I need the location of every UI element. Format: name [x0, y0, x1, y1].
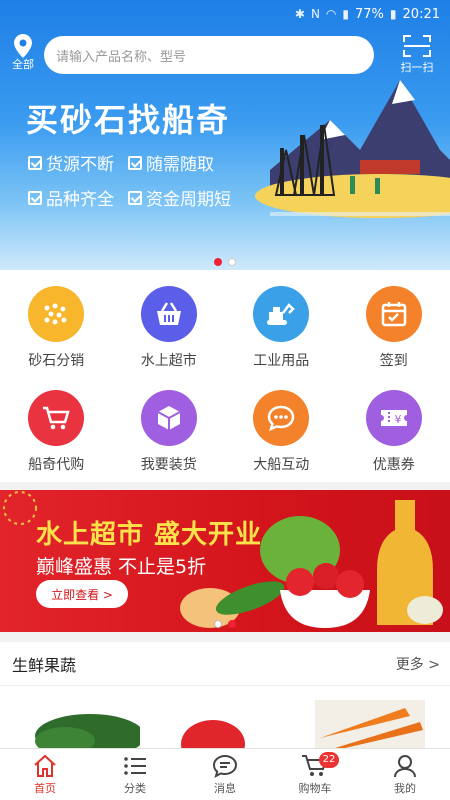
- sand-dots-icon: [28, 286, 85, 342]
- nav-home[interactable]: 首页: [0, 749, 90, 800]
- battery-icon: ▮: [389, 7, 397, 21]
- nav-label: 消息: [214, 781, 236, 795]
- cart-count-badge: 22: [319, 752, 339, 768]
- promo-banner[interactable]: 水上超市 盛大开业 巅峰盛惠 不止是5折 立即查看 >: [0, 490, 450, 632]
- grid-label: 我要装货: [140, 457, 197, 473]
- nav-label: 我的: [394, 781, 416, 795]
- carousel-dot-active: [228, 620, 236, 628]
- status-bar: ✱ N ◠ ▮ 77% ▮ 20:21: [0, 0, 450, 28]
- cart-icon: [28, 390, 85, 446]
- grid-item-purchase[interactable]: 船奇代购: [0, 380, 113, 484]
- more-link[interactable]: 更多 >: [396, 654, 440, 674]
- chat-icon: [253, 390, 310, 446]
- grid-item-market[interactable]: 水上超市: [113, 276, 226, 380]
- message-icon: [212, 754, 238, 778]
- bottom-navigation: 首页 分类 消息 购物车 22 我的: [0, 748, 450, 800]
- box-icon: [140, 390, 197, 446]
- section-title: 生鲜果蔬: [12, 655, 77, 675]
- excavator-icon: [253, 286, 310, 342]
- scan-label: 扫一扫: [400, 61, 434, 74]
- feature-grid: 砂石分销 水上超市 工业用品 签到 船奇代购 我要装货 大船互动 ¥ 优惠券: [0, 270, 450, 482]
- svg-text:¥: ¥: [394, 413, 401, 426]
- spinach-image[interactable]: [20, 686, 140, 748]
- wifi-icon: ◠: [325, 7, 337, 21]
- search-input[interactable]: 请输入产品名称、型号: [44, 36, 374, 74]
- hero-title: 买砂石找船奇: [26, 101, 231, 139]
- scan-button[interactable]: 扫一扫: [394, 34, 440, 75]
- nav-profile[interactable]: 我的: [360, 749, 450, 800]
- bluetooth-icon: ✱: [294, 7, 305, 21]
- nav-category[interactable]: 分类: [90, 749, 180, 800]
- grid-label: 水上超市: [140, 353, 197, 369]
- carousel-dot: [214, 620, 222, 628]
- nav-cart[interactable]: 购物车 22: [270, 749, 360, 800]
- checkbox-icon: [28, 155, 42, 170]
- fresh-produce-section: 生鲜果蔬 更多 >: [0, 642, 450, 748]
- grid-item-sand[interactable]: 砂石分销: [0, 276, 113, 380]
- hero-banner[interactable]: 全部 请输入产品名称、型号 扫一扫 买砂石找船奇 货源不断 随需随取 品种齐全 …: [0, 0, 450, 270]
- list-icon: [124, 756, 146, 775]
- view-now-button[interactable]: 立即查看 >: [36, 580, 128, 608]
- scan-icon: [403, 35, 431, 57]
- carousel-dot: [228, 258, 236, 266]
- carousel-indicator: [0, 620, 450, 628]
- promo-subtitle: 巅峰盛惠 不止是5折: [36, 556, 207, 578]
- product-thumbnails: [0, 686, 450, 748]
- grid-label: 工业用品: [253, 353, 310, 369]
- grid-label: 优惠券: [372, 457, 415, 473]
- nav-label: 首页: [34, 781, 56, 795]
- signal-icon: ▮: [342, 7, 350, 21]
- nav-label: 分类: [124, 781, 146, 795]
- hero-feature-list: 货源不断 随需随取 品种齐全 资金周期短: [28, 150, 231, 210]
- grid-item-interact[interactable]: 大船互动: [225, 380, 338, 484]
- grid-item-checkin[interactable]: 签到: [338, 276, 450, 380]
- checkbox-icon: [128, 190, 142, 205]
- location-label: 全部: [12, 58, 34, 71]
- grid-label: 大船互动: [253, 457, 310, 473]
- nfc-icon: N: [310, 7, 320, 21]
- grid-label: 签到: [379, 353, 408, 369]
- hero-feature: 资金周期短: [128, 185, 231, 210]
- carousel-dot-active: [214, 258, 222, 266]
- grid-item-industrial[interactable]: 工业用品: [225, 276, 338, 380]
- hero-feature: 随需随取: [128, 150, 231, 175]
- tomato-image[interactable]: [175, 686, 255, 748]
- carrot-image[interactable]: [315, 700, 425, 748]
- grid-label: 船奇代购: [28, 457, 85, 473]
- grid-item-coupon[interactable]: ¥ 优惠券: [338, 380, 450, 484]
- location-pin-icon: [14, 34, 32, 58]
- checkbox-icon: [128, 155, 142, 170]
- hero-feature: 货源不断: [28, 150, 114, 175]
- carousel-indicator: [0, 258, 450, 266]
- nav-messages[interactable]: 消息: [180, 749, 270, 800]
- section-header: 生鲜果蔬 更多 >: [0, 642, 450, 686]
- home-icon: [34, 754, 56, 777]
- coupon-icon: ¥: [365, 390, 422, 446]
- clock: 20:21: [402, 6, 440, 22]
- grid-item-loading[interactable]: 我要装货: [113, 380, 226, 484]
- location-selector[interactable]: 全部: [8, 34, 38, 72]
- nav-label: 购物车: [298, 781, 332, 795]
- calendar-check-icon: [365, 286, 422, 342]
- hero-feature: 品种齐全: [28, 185, 114, 210]
- grid-label: 砂石分销: [28, 353, 85, 369]
- promo-title: 水上超市 盛大开业: [36, 520, 263, 550]
- basket-icon: [140, 286, 197, 342]
- search-placeholder: 请输入产品名称、型号: [56, 49, 187, 65]
- user-icon: [394, 754, 416, 777]
- checkbox-icon: [28, 190, 42, 205]
- battery-level: 77%: [355, 6, 384, 22]
